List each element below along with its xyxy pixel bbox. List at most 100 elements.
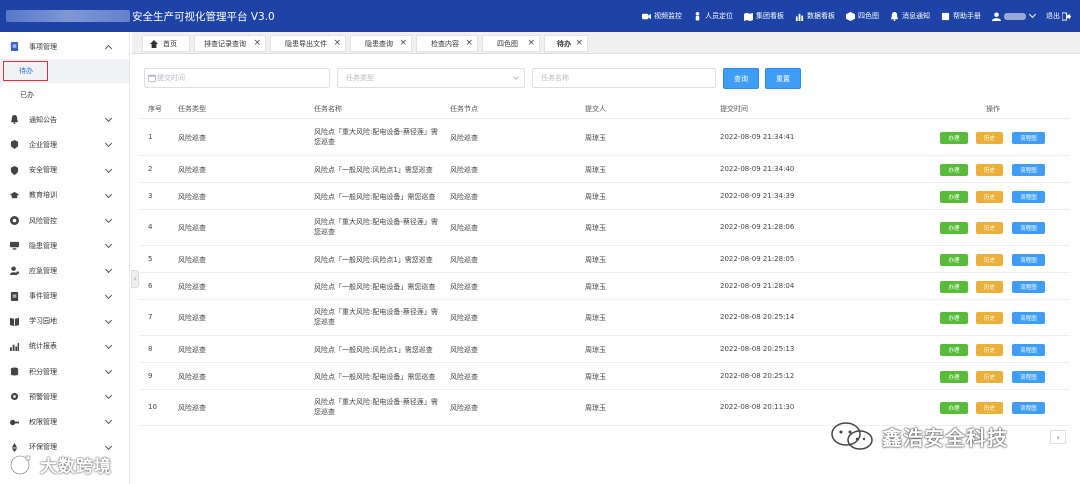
history-button[interactable]: 历史 [976,132,1003,144]
flowchart-button[interactable]: 流程图 [1012,281,1045,293]
column-header-actions: 操作 [986,105,1000,113]
sidebar-group-permissions[interactable]: 权限管理 [0,409,129,434]
flowchart-button[interactable]: 流程图 [1012,344,1045,356]
cell-submitter: 周琼玉 [585,224,606,232]
flowchart-button[interactable]: 流程图 [1012,402,1045,414]
history-button[interactable]: 历史 [976,254,1003,266]
sidebar-group-label: 通知公告 [29,115,57,124]
flowchart-button[interactable]: 流程图 [1012,254,1045,266]
close-icon[interactable]: × [575,38,583,48]
tab-check-content[interactable]: 检查内容 × [416,35,478,52]
sidebar-group-risk[interactable]: 风险管控 [0,208,129,233]
flowchart-button[interactable]: 流程图 [1012,312,1045,324]
watermark-right: 鑫浩安全科技 [828,420,1008,452]
sidebar-group-safety[interactable]: 安全管理 [0,158,129,183]
tab-todo[interactable]: 待办 × [544,35,588,52]
column-header-task-name: 任务名称 [314,105,342,113]
submit-time-picker[interactable]: 提交时间 [144,68,330,88]
sidebar-item-done[interactable]: 已办 [0,83,129,107]
history-button[interactable]: 历史 [976,312,1003,324]
close-icon[interactable]: × [527,38,535,48]
task-type-select[interactable]: 任务类型 [337,68,525,88]
sidebar-group-learning[interactable]: 学习园地 [0,309,129,334]
sidebar-group-reports[interactable]: 统计报表 [0,334,129,359]
top-menu-video-monitor[interactable]: 视频监控 [642,11,682,21]
handle-button[interactable]: 办理 [940,281,968,293]
cell-submitter: 周琼玉 [585,134,606,142]
sidebar-group-label: 企业管理 [29,140,57,149]
sidebar-group-warning[interactable]: 预警管理 [0,384,129,409]
chevron-down-icon [104,165,113,173]
gear-icon [10,392,19,401]
tab-hazard-query[interactable]: 隐患查询 × [350,35,412,52]
cell-task-node: 风险巡查 [450,373,478,381]
handle-button[interactable]: 办理 [940,344,968,356]
handle-button[interactable]: 办理 [940,254,968,266]
sidebar-group-events[interactable]: 事件管理 [0,284,129,309]
sidebar-collapse-handle[interactable]: ‹ [131,270,139,288]
document-icon [10,291,19,301]
history-button[interactable]: 历史 [976,371,1003,383]
history-button[interactable]: 历史 [976,191,1003,203]
history-button[interactable]: 历史 [976,281,1003,293]
top-menu: 视频监控 人员定位 集团看板 数据看板 四色图 消息通知 帮助手册 退出 [642,0,1080,32]
flowchart-button[interactable]: 流程图 [1012,132,1045,144]
tab-inspection-record-query[interactable]: 排查记录查询 × [194,35,266,52]
handle-button[interactable]: 办理 [940,402,968,414]
cell-no: 10 [148,403,157,411]
cell-submit-time: 2022-08-08 20:25:13 [720,345,795,353]
user-menu[interactable] [992,10,1037,21]
top-menu-group-board[interactable]: 集团看板 [744,11,784,21]
reset-button[interactable]: 重置 [765,68,801,89]
sidebar-group-points[interactable]: 积分管理 [0,359,129,384]
history-button[interactable]: 历史 [976,164,1003,176]
top-menu-label: 集团看板 [756,12,784,20]
top-menu-notifications[interactable]: 消息通知 [890,11,930,21]
close-icon[interactable]: × [253,38,261,48]
tab-home[interactable]: 首页 [142,35,190,52]
sidebar-group-label: 教育培训 [29,191,57,200]
flowchart-button[interactable]: 流程图 [1012,371,1045,383]
cell-task-type: 风险巡查 [178,166,206,174]
logout-button[interactable]: 退出 [1046,11,1074,21]
query-button[interactable]: 查询 [723,68,759,89]
sidebar-group-training[interactable]: 教育培训 [0,183,129,208]
book-icon [941,12,950,21]
tab-four-color-map[interactable]: 四色图 × [482,35,540,52]
chevron-down-icon [104,140,113,148]
handle-button[interactable]: 办理 [940,191,968,203]
close-icon[interactable]: × [333,38,341,48]
top-menu-four-color-map[interactable]: 四色图 [846,11,879,21]
top-menu-person-location[interactable]: 人员定位 [693,11,733,21]
handle-button[interactable]: 办理 [940,222,968,234]
history-button[interactable]: 历史 [976,222,1003,234]
flowchart-button[interactable]: 流程图 [1012,191,1045,203]
sidebar-group-notices[interactable]: 通知公告 [0,107,129,132]
tab-hazard-export-file[interactable]: 隐患导出文件 × [270,35,346,52]
flowchart-button[interactable]: 流程图 [1012,222,1045,234]
chevron-down-icon [104,417,113,425]
sidebar-group-task-management[interactable]: 事项管理 [0,34,129,59]
close-icon[interactable]: × [465,38,473,48]
top-menu-help-manual[interactable]: 帮助手册 [941,11,981,21]
handle-button[interactable]: 办理 [940,164,968,176]
sidebar-item-todo[interactable]: 待办 [0,59,129,84]
logout-icon [1062,11,1071,21]
handle-button[interactable]: 办理 [940,312,968,324]
cell-task-type: 风险巡查 [178,224,206,232]
history-button[interactable]: 历史 [976,402,1003,414]
cell-task-node: 风险巡查 [450,283,478,291]
top-menu-data-board[interactable]: 数据看板 [795,11,835,21]
sidebar-group-emergency[interactable]: 应急管理 [0,258,129,283]
wechat-icon [831,422,873,450]
table-row: 8 风险巡查 风险点「一般风险:风险点1」需您巡查 风险巡查 周琼玉 2022-… [140,336,1070,363]
sidebar-group-enterprise[interactable]: 企业管理 [0,132,129,157]
task-name-input[interactable]: 任务名称 [532,68,716,88]
sidebar-group-hazard[interactable]: 隐患管理 [0,233,129,258]
handle-button[interactable]: 办理 [940,371,968,383]
history-button[interactable]: 历史 [976,344,1003,356]
flowchart-button[interactable]: 流程图 [1012,164,1045,176]
close-icon[interactable]: × [399,38,407,48]
handle-button[interactable]: 办理 [940,132,968,144]
pagination-next-button[interactable]: › [1050,430,1066,444]
